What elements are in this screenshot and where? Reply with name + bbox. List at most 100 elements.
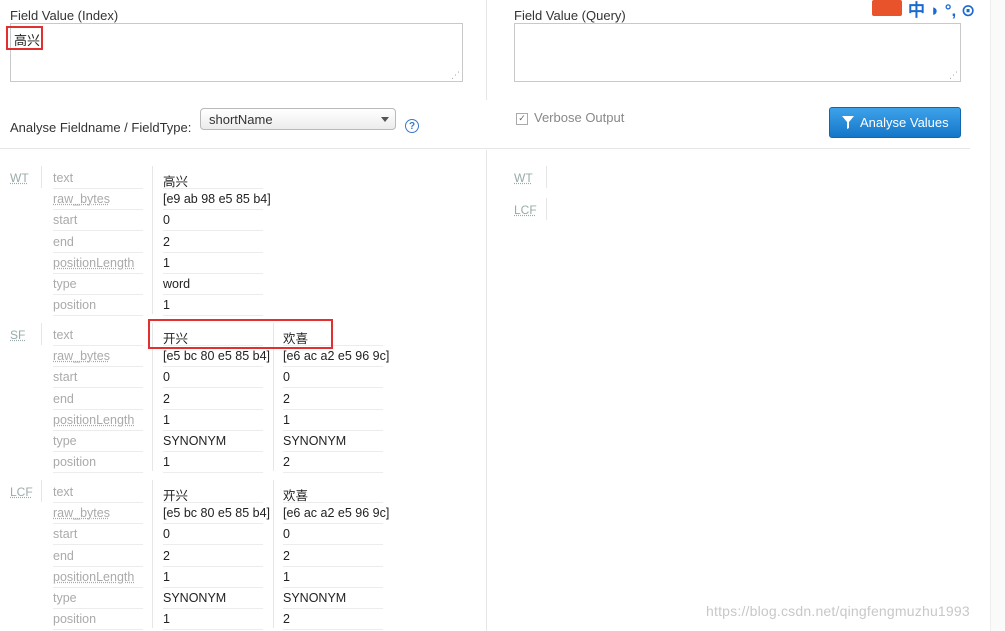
row-separator (283, 629, 383, 631)
attr-label-text: text (53, 171, 74, 185)
index-field-textarea[interactable]: 高兴 ⋰ (10, 23, 463, 82)
token-value-positionlength: 1 (163, 255, 170, 270)
tokenizer-abbr-wt[interactable]: WT (10, 171, 29, 185)
query-wt-divider (546, 166, 547, 188)
analyse-values-button[interactable]: Analyse Values (829, 107, 961, 138)
token-value-positionlength: 1 (283, 569, 290, 584)
token-value-positionlength: 1 (163, 569, 170, 584)
token-value-start: 0 (283, 527, 290, 542)
row-separator (163, 366, 263, 368)
attr-label-raw_bytes: raw_bytes (53, 506, 110, 521)
query-field-textarea[interactable]: ⋰ (514, 23, 961, 82)
analyse-values-label: Analyse Values (860, 115, 949, 130)
row-separator (53, 188, 143, 189)
row-separator (53, 209, 143, 211)
abbr-divider (41, 166, 42, 188)
csdn-logo-icon (872, 0, 902, 16)
verbose-output-checkbox[interactable]: ✓ Verbose Output (516, 110, 624, 125)
row-separator (53, 608, 143, 609)
row-separator (163, 408, 263, 410)
token-value-position: 1 (163, 455, 170, 470)
row-separator (53, 629, 143, 631)
verbose-output-label: Verbose Output (534, 110, 625, 125)
abbr-divider (41, 323, 42, 345)
token-value-positionlength: 1 (283, 412, 290, 427)
query-wt-abbr[interactable]: WT (514, 171, 533, 185)
row-separator (163, 294, 263, 295)
attr-label-raw_bytes: raw_bytes (53, 349, 110, 364)
token-value-positionlength: 1 (163, 412, 170, 427)
query-lcf-abbr[interactable]: LCF (514, 203, 537, 217)
row-separator (163, 544, 263, 546)
section-divider (0, 148, 970, 149)
attr-label-start: start (53, 370, 78, 385)
attr-value-divider (152, 480, 153, 629)
attr-value-divider (152, 166, 153, 315)
toolbar-glyphs: 中 ◗ °, ⊙ (908, 1, 976, 20)
row-separator (53, 251, 143, 253)
row-separator (163, 230, 263, 232)
fieldtype-selected: shortName (209, 112, 273, 127)
index-field-label: Field Value (Index) (10, 8, 119, 23)
row-separator (53, 230, 143, 232)
row-separator (53, 315, 143, 317)
highlight-box-synonyms (148, 319, 333, 349)
tokenizer-abbr-lcf[interactable]: LCF (10, 485, 33, 499)
row-separator (53, 345, 143, 346)
row-separator (283, 472, 383, 474)
token-value-start: 0 (163, 213, 170, 228)
row-separator (163, 586, 263, 588)
highlight-box-index-value (6, 26, 43, 50)
token-column-divider (273, 480, 274, 629)
token-value-raw_bytes: [e5 bc 80 e5 85 b4] (163, 506, 271, 521)
scrollbar[interactable] (990, 0, 1005, 631)
row-separator (163, 523, 263, 525)
attr-label-position: position (53, 298, 97, 313)
row-separator (53, 429, 143, 431)
chevron-down-icon (381, 117, 389, 122)
row-separator (283, 523, 383, 525)
query-lcf-divider (546, 198, 547, 220)
row-separator (283, 544, 383, 546)
token-value-raw_bytes: [e6 ac a2 e5 96 9c] (283, 506, 390, 521)
token-value-start: 0 (283, 370, 290, 385)
attr-label-positionlength: positionLength (53, 255, 135, 270)
token-value-position: 1 (163, 298, 170, 313)
row-separator (283, 429, 383, 431)
token-value-type: SYNONYM (163, 434, 227, 448)
row-separator (163, 429, 263, 431)
token-value-start: 0 (163, 370, 170, 385)
attr-label-text: text (53, 485, 74, 499)
row-separator (163, 315, 263, 317)
resize-grip-icon[interactable]: ⋰ (949, 71, 958, 80)
token-value-raw_bytes: [e5 bc 80 e5 85 b4] (163, 349, 271, 364)
fieldtype-select[interactable]: shortName (200, 108, 396, 130)
row-separator (283, 451, 383, 452)
row-separator (283, 387, 383, 389)
row-separator (283, 565, 383, 567)
token-value-end: 2 (283, 548, 290, 563)
abbr-divider (41, 480, 42, 502)
row-separator (53, 272, 143, 274)
attr-label-type: type (53, 434, 77, 448)
token-value-type: SYNONYM (283, 591, 347, 605)
attr-label-text: text (53, 328, 74, 342)
token-value-position: 2 (283, 612, 290, 627)
resize-grip-icon[interactable]: ⋰ (451, 71, 460, 80)
attr-label-start: start (53, 213, 78, 228)
token-value-position: 2 (283, 455, 290, 470)
attr-label-end: end (53, 391, 74, 406)
attr-label-end: end (53, 548, 74, 563)
token-value-raw_bytes: [e6 ac a2 e5 96 9c] (283, 349, 390, 364)
attr-label-position: position (53, 612, 97, 627)
row-separator (163, 188, 263, 189)
row-separator (163, 502, 263, 503)
tokenizer-abbr-sf[interactable]: SF (10, 328, 25, 342)
help-icon[interactable]: ? (405, 119, 419, 133)
attr-label-end: end (53, 234, 74, 249)
query-field-label: Field Value (Query) (514, 8, 626, 23)
row-separator (163, 565, 263, 567)
row-separator (53, 451, 143, 452)
row-separator (53, 366, 143, 368)
row-separator (283, 502, 383, 503)
